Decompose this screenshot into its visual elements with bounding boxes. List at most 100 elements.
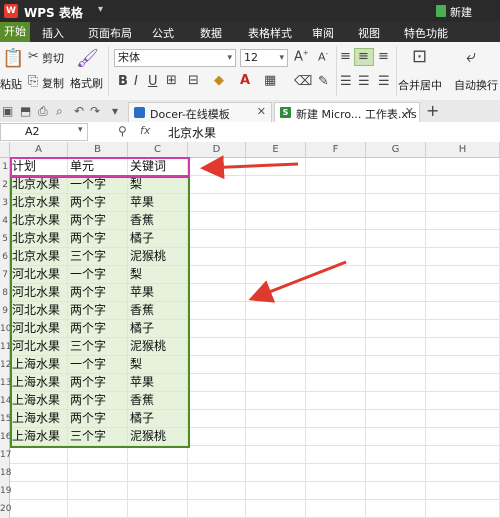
table-cell[interactable]: 河北水果: [10, 302, 68, 320]
row-header[interactable]: 2: [0, 176, 10, 194]
empty-cell[interactable]: [426, 212, 500, 230]
row-header[interactable]: 18: [0, 464, 11, 482]
empty-cell[interactable]: [366, 500, 426, 518]
tab-dropdown-icon[interactable]: ▾: [112, 104, 118, 118]
menu-home[interactable]: 开始: [0, 22, 30, 42]
empty-cell[interactable]: [68, 446, 128, 464]
column-header-f[interactable]: F: [306, 142, 366, 158]
empty-cell[interactable]: [426, 338, 500, 356]
empty-cell[interactable]: [246, 392, 306, 410]
table-cell[interactable]: 三个字: [68, 428, 128, 446]
table-cell[interactable]: 一个字: [68, 176, 128, 194]
table-cell[interactable]: 上海水果: [10, 392, 68, 410]
new-tab-plus-icon[interactable]: +: [426, 101, 439, 120]
grow-font-icon[interactable]: A+: [294, 49, 309, 64]
empty-cell[interactable]: [306, 212, 366, 230]
border-icon[interactable]: ⊞: [166, 73, 177, 88]
menu-formulas[interactable]: 公式: [150, 25, 176, 41]
empty-cell[interactable]: [306, 356, 366, 374]
table-cell[interactable]: 北京水果: [10, 230, 68, 248]
table-cell[interactable]: 梨: [128, 176, 188, 194]
empty-cell[interactable]: [188, 266, 246, 284]
format-dropdown-icon[interactable]: ▦: [264, 73, 276, 88]
empty-cell[interactable]: [366, 194, 426, 212]
empty-cell[interactable]: [188, 500, 246, 518]
empty-cell[interactable]: [306, 284, 366, 302]
empty-cell[interactable]: [306, 392, 366, 410]
column-header-b[interactable]: B: [68, 142, 128, 158]
empty-cell[interactable]: [366, 248, 426, 266]
table-cell[interactable]: 河北水果: [10, 284, 68, 302]
empty-cell[interactable]: [426, 302, 500, 320]
align-left-icon[interactable]: ☰: [340, 74, 352, 89]
print-preview-icon[interactable]: ⌕: [56, 104, 63, 119]
empty-cell[interactable]: [366, 446, 426, 464]
redo-icon[interactable]: ↷: [90, 104, 100, 118]
italic-icon[interactable]: I: [134, 74, 138, 89]
merge-center-button[interactable]: 合并居中: [398, 77, 442, 93]
fill-color-icon[interactable]: ◆: [214, 73, 224, 88]
align-center-icon[interactable]: ☰: [358, 74, 370, 89]
merge-center-icon[interactable]: ⊡: [412, 46, 427, 67]
table-cell[interactable]: 泥猴桃: [128, 428, 188, 446]
menu-special[interactable]: 特色功能: [402, 25, 450, 41]
column-header-d[interactable]: D: [188, 142, 246, 158]
table-cell[interactable]: 一个字: [68, 356, 128, 374]
tab-docer-templates[interactable]: Docer-在线模板 ✕: [128, 102, 272, 122]
table-cell[interactable]: 两个字: [68, 230, 128, 248]
empty-cell[interactable]: [10, 446, 68, 464]
empty-cell[interactable]: [188, 428, 246, 446]
empty-cell[interactable]: [306, 482, 366, 500]
row-header[interactable]: 1: [0, 158, 10, 176]
empty-cell[interactable]: [188, 230, 246, 248]
font-name-select[interactable]: 宋体 ▾: [114, 49, 236, 67]
empty-cell[interactable]: [306, 374, 366, 392]
align-top-icon[interactable]: ≡: [340, 49, 351, 64]
row-header[interactable]: 15: [0, 410, 11, 428]
empty-cell[interactable]: [10, 482, 68, 500]
row-header[interactable]: 19: [0, 482, 11, 500]
empty-cell[interactable]: [188, 284, 246, 302]
table-cell[interactable]: 两个字: [68, 374, 128, 392]
column-header-a[interactable]: A: [10, 142, 68, 158]
font-color-icon[interactable]: A: [240, 73, 250, 88]
table-cell[interactable]: 两个字: [68, 212, 128, 230]
empty-cell[interactable]: [246, 212, 306, 230]
row-header[interactable]: 5: [0, 230, 10, 248]
empty-cell[interactable]: [366, 374, 426, 392]
empty-cell[interactable]: [366, 338, 426, 356]
empty-cell[interactable]: [246, 500, 306, 518]
empty-cell[interactable]: [246, 356, 306, 374]
empty-cell[interactable]: [306, 230, 366, 248]
eraser-icon[interactable]: ✎: [318, 74, 329, 89]
copy-button[interactable]: 复制: [42, 75, 64, 91]
empty-cell[interactable]: [188, 482, 246, 500]
empty-cell[interactable]: [306, 194, 366, 212]
row-header[interactable]: 8: [0, 284, 10, 302]
empty-cell[interactable]: [366, 356, 426, 374]
header-cell[interactable]: 单元: [68, 158, 128, 176]
empty-cell[interactable]: [128, 446, 188, 464]
empty-cell[interactable]: [10, 500, 68, 518]
tab-spreadsheet[interactable]: S 新建 Micro... 工作表.xls ✕: [274, 102, 420, 122]
empty-cell[interactable]: [246, 266, 306, 284]
empty-cell[interactable]: [306, 302, 366, 320]
table-cell[interactable]: 两个字: [68, 302, 128, 320]
table-cell[interactable]: 橘子: [128, 230, 188, 248]
empty-cell[interactable]: [188, 212, 246, 230]
empty-cell[interactable]: [426, 248, 500, 266]
table-cell[interactable]: 上海水果: [10, 356, 68, 374]
empty-cell[interactable]: [426, 194, 500, 212]
paste-button[interactable]: 粘贴: [0, 76, 22, 92]
empty-cell[interactable]: [188, 302, 246, 320]
row-header[interactable]: 16: [0, 428, 11, 446]
row-header[interactable]: 20: [0, 500, 11, 518]
empty-cell[interactable]: [188, 464, 246, 482]
empty-cell[interactable]: [246, 446, 306, 464]
empty-cell[interactable]: [188, 410, 246, 428]
table-cell[interactable]: 三个字: [68, 248, 128, 266]
column-header-g[interactable]: G: [366, 142, 426, 158]
print-icon[interactable]: ⎙: [38, 104, 48, 119]
app-title[interactable]: WPS 表格: [24, 4, 83, 21]
empty-cell[interactable]: [426, 428, 500, 446]
